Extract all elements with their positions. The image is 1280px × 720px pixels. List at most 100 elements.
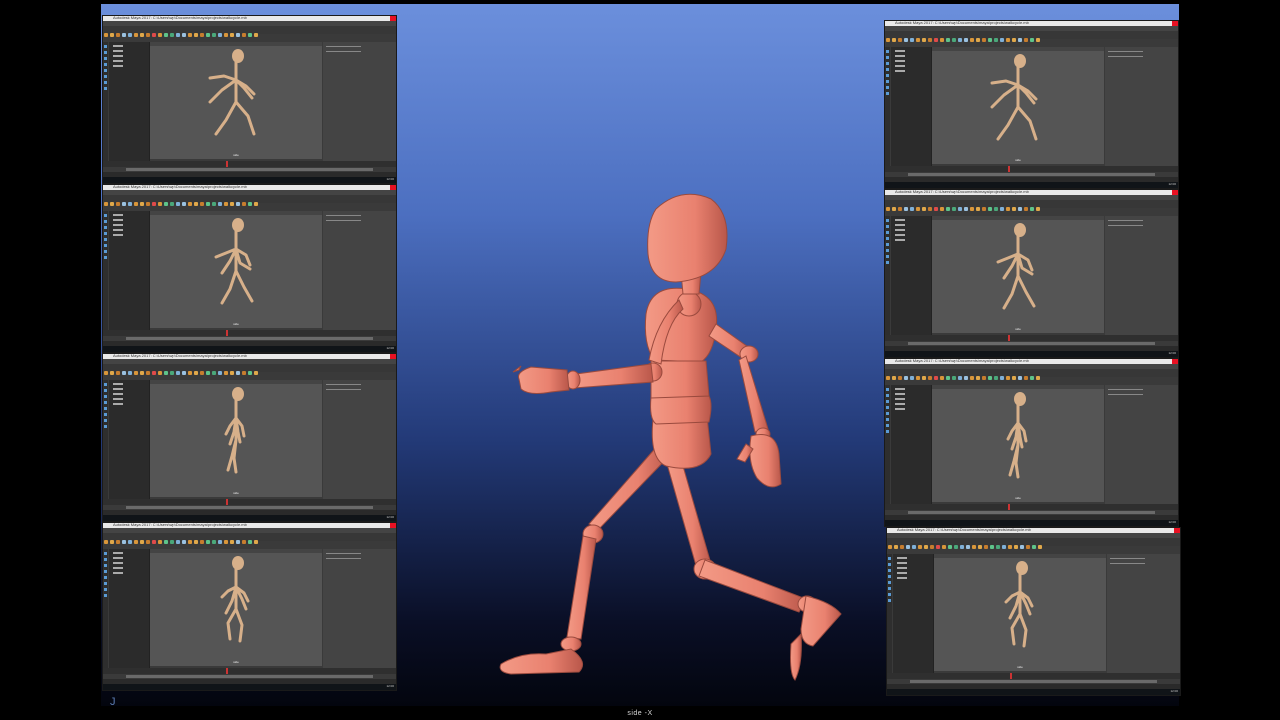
outliner-item[interactable] [113, 403, 123, 405]
outliner-item[interactable] [897, 567, 907, 569]
maya-window-thumbnail[interactable]: Autodesk Maya 2017: C:\Users\wp\Document… [102, 353, 397, 522]
shelf-tool-icon[interactable] [170, 371, 174, 375]
shelf-tool-icon[interactable] [146, 371, 150, 375]
tool-box[interactable] [103, 380, 108, 499]
tool-icon[interactable] [104, 570, 107, 573]
tool-icon[interactable] [104, 81, 107, 84]
shelf-tool-icon[interactable] [188, 202, 192, 206]
shelf-tool-icon[interactable] [248, 371, 252, 375]
shelf-tool-icon[interactable] [940, 376, 944, 380]
outliner-panel[interactable] [893, 554, 934, 673]
tool-icon[interactable] [104, 425, 107, 428]
outliner-item[interactable] [897, 572, 907, 574]
shelf-tool-icon[interactable] [888, 545, 892, 549]
shelf-tool-icon[interactable] [946, 207, 950, 211]
shelf-tool-icon[interactable] [886, 207, 890, 211]
shelf-tool-icon[interactable] [1006, 207, 1010, 211]
side-viewport[interactable]: side [150, 42, 322, 159]
tool-icon[interactable] [104, 75, 107, 78]
attribute-editor[interactable] [1107, 554, 1180, 673]
tool-icon[interactable] [104, 232, 107, 235]
range-bar[interactable] [908, 511, 1155, 514]
shelf-tool-icon[interactable] [176, 202, 180, 206]
tool-icon[interactable] [886, 412, 889, 415]
tool-icon[interactable] [888, 593, 891, 596]
shelf-tool-icon[interactable] [194, 33, 198, 37]
shelf-tool-icon[interactable] [1012, 376, 1016, 380]
shelf-tool-icon[interactable] [898, 38, 902, 42]
tool-icon[interactable] [104, 383, 107, 386]
windows-taskbar[interactable]: 12:00 [885, 351, 1178, 357]
shelf-tool-icon[interactable] [248, 202, 252, 206]
shelf-tool-icon[interactable] [188, 540, 192, 544]
outliner-item[interactable] [113, 229, 123, 231]
outliner-item[interactable] [113, 552, 123, 554]
windows-taskbar[interactable]: 12:00 [885, 182, 1178, 188]
shelf-tool-icon[interactable] [904, 376, 908, 380]
shelf-tool-icon[interactable] [952, 38, 956, 42]
shelf-tool-icon[interactable] [892, 207, 896, 211]
tool-icon[interactable] [888, 599, 891, 602]
shelf-tool-icon[interactable] [892, 38, 896, 42]
attribute-editor[interactable] [1105, 216, 1178, 335]
outliner-panel[interactable] [109, 42, 150, 161]
shelf-tool-icon[interactable] [964, 207, 968, 211]
tool-icon[interactable] [886, 424, 889, 427]
shelf-tool-icon[interactable] [928, 207, 932, 211]
outliner-panel[interactable] [891, 216, 932, 335]
tool-icon[interactable] [104, 51, 107, 54]
tool-icon[interactable] [886, 50, 889, 53]
windows-taskbar[interactable]: 12:00 [887, 689, 1180, 695]
shelf-tool-icon[interactable] [170, 202, 174, 206]
side-viewport[interactable]: side [932, 216, 1104, 333]
tool-icon[interactable] [104, 419, 107, 422]
shelf-tool-icon[interactable] [934, 38, 938, 42]
shelf-tool-icon[interactable] [1008, 545, 1012, 549]
shelf-tool-icon[interactable] [242, 202, 246, 206]
outliner-item[interactable] [113, 45, 123, 47]
shelf-tool-icon[interactable] [916, 38, 920, 42]
tool-box[interactable] [103, 549, 108, 668]
tool-icon[interactable] [886, 74, 889, 77]
outliner-panel[interactable] [891, 47, 932, 166]
shelf-tool-icon[interactable] [104, 371, 108, 375]
tool-icon[interactable] [886, 394, 889, 397]
tool-icon[interactable] [104, 389, 107, 392]
shelf-tool-icon[interactable] [952, 376, 956, 380]
tool-icon[interactable] [104, 45, 107, 48]
outliner-panel[interactable] [109, 380, 150, 499]
range-bar[interactable] [126, 506, 373, 509]
shelf-tool-icon[interactable] [110, 33, 114, 37]
outliner-item[interactable] [895, 239, 905, 241]
outliner-item[interactable] [895, 70, 905, 72]
tool-box[interactable] [885, 216, 890, 335]
shelf-tool-icon[interactable] [254, 371, 258, 375]
shelf-tool-icon[interactable] [982, 38, 986, 42]
shelf-tool-icon[interactable] [1000, 376, 1004, 380]
outliner-item[interactable] [895, 408, 905, 410]
shelf-tool-icon[interactable] [224, 540, 228, 544]
shelf-tool-icon[interactable] [158, 540, 162, 544]
shelf-tool-icon[interactable] [140, 202, 144, 206]
shelf-tool-icon[interactable] [964, 376, 968, 380]
shelf-tool-icon[interactable] [964, 38, 968, 42]
attribute-editor[interactable] [1105, 385, 1178, 504]
outliner-panel[interactable] [109, 211, 150, 330]
shelf-tool-icon[interactable] [904, 38, 908, 42]
tool-icon[interactable] [104, 401, 107, 404]
shelf-tool-icon[interactable] [928, 376, 932, 380]
shelf-toolbar[interactable] [103, 364, 396, 375]
shelf-tool-icon[interactable] [892, 376, 896, 380]
shelf-tool-icon[interactable] [970, 376, 974, 380]
shelf-tool-icon[interactable] [230, 33, 234, 37]
shelf-tool-icon[interactable] [940, 38, 944, 42]
shelf-toolbar[interactable] [885, 369, 1178, 380]
outliner-item[interactable] [895, 224, 905, 226]
outliner-item[interactable] [895, 393, 905, 395]
shelf-tool-icon[interactable] [934, 376, 938, 380]
outliner-item[interactable] [897, 557, 907, 559]
outliner-item[interactable] [895, 388, 905, 390]
shelf-tool-icon[interactable] [1030, 376, 1034, 380]
shelf-tool-icon[interactable] [236, 202, 240, 206]
tool-box[interactable] [885, 385, 890, 504]
